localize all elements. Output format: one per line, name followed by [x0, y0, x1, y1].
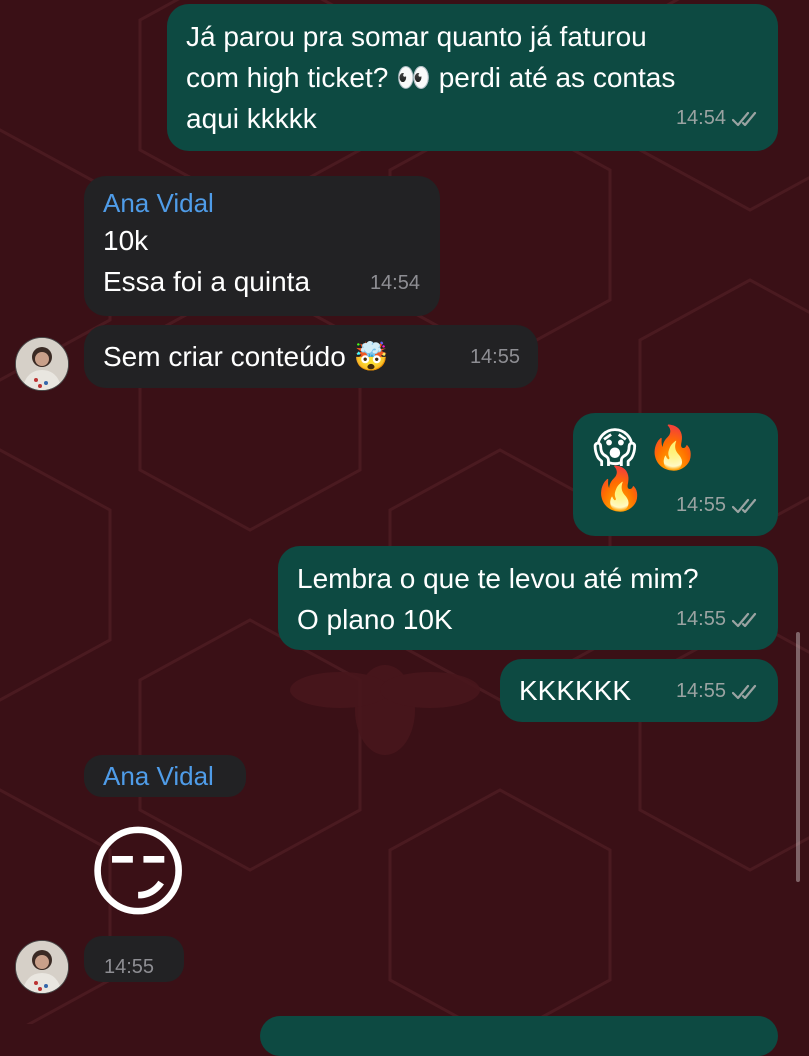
- message-timestamp: 14:55: [676, 599, 762, 640]
- timestamp-text: 14:54: [369, 272, 420, 294]
- timestamp-text: 14:55: [675, 680, 726, 702]
- message-timestamp-pill: 14:55: [84, 936, 184, 982]
- message-text: Já parou pra somar quanto já faturou com…: [186, 21, 676, 134]
- sender-name[interactable]: Ana Vidal: [103, 186, 422, 220]
- message-timestamp: 14:55: [676, 485, 762, 526]
- incoming-message-bubble[interactable]: Sem criar conteúdo 🤯 14:55: [84, 325, 538, 388]
- avatar[interactable]: [15, 940, 69, 994]
- double-check-icon: [732, 498, 757, 513]
- timestamp-text: 14:55: [675, 608, 726, 630]
- message-timestamp: 14:55: [104, 947, 154, 988]
- scrollbar[interactable]: [796, 632, 800, 882]
- message-timestamp: 14:55: [676, 671, 762, 712]
- timestamp-text: 14:54: [675, 107, 726, 129]
- timestamp-text: 14:55: [469, 346, 520, 368]
- double-check-icon: [732, 684, 757, 699]
- outgoing-message-bubble[interactable]: [260, 1016, 778, 1056]
- outgoing-message-bubble[interactable]: Já parou pra somar quanto já faturou com…: [167, 4, 778, 151]
- message-timestamp: 14:54: [676, 98, 762, 139]
- sender-name-label[interactable]: Ana Vidal: [84, 755, 246, 797]
- outgoing-message-bubble[interactable]: KKKKKK 14:55: [500, 659, 778, 722]
- large-emoji-message[interactable]: 😏: [86, 815, 201, 930]
- sender-name[interactable]: Ana Vidal: [103, 759, 246, 793]
- avatar-photo: [16, 941, 68, 993]
- double-check-icon: [732, 111, 757, 126]
- avatar[interactable]: [15, 337, 69, 391]
- timestamp-text: 14:55: [104, 956, 155, 978]
- message-timestamp: 14:55: [470, 337, 520, 378]
- timestamp-text: 14:55: [675, 494, 726, 516]
- outgoing-message-bubble[interactable]: Lembra o que te levou até mim? O plano 1…: [278, 546, 778, 650]
- message-text: Sem criar conteúdo 🤯: [103, 341, 389, 372]
- avatar-photo: [16, 338, 68, 390]
- smirk-emoji: 😏: [86, 814, 191, 931]
- double-check-icon: [732, 612, 757, 627]
- outgoing-message-bubble[interactable]: 😱🔥🔥 14:55: [573, 413, 778, 536]
- incoming-message-bubble[interactable]: Ana Vidal 10k Essa foi a quinta 14:54: [84, 176, 440, 316]
- message-timestamp: 14:54: [370, 263, 420, 304]
